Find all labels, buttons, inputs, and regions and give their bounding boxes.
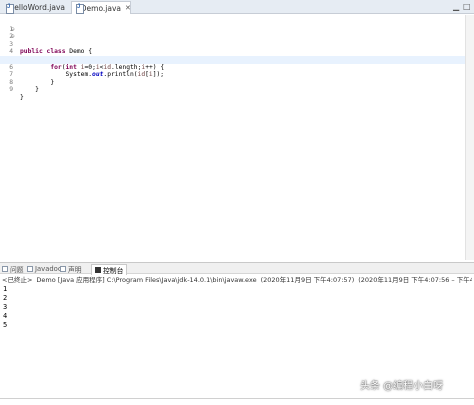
code-line[interactable]: 2 ⊖ public class Demo {: [0, 26, 474, 55]
code-line-current[interactable]: 6 System.out.println(id[i]);: [0, 56, 474, 78]
launch-description: Demo [Java 应用程序] C:\Program Files\Java\j…: [36, 276, 257, 284]
end-time: (2020年11月9日 下午4:07:56 – 下午4:07:57): [358, 276, 472, 284]
line-number: 9: [9, 86, 13, 94]
declaration-icon: [60, 266, 66, 272]
tab-label: 控制台: [103, 267, 124, 275]
fold-collapse-icon[interactable]: ⊖: [11, 26, 17, 33]
editor-vertical-scrollbar[interactable]: [465, 15, 474, 260]
code-line[interactable]: 8 }: [0, 71, 474, 94]
code-line[interactable]: 5 for(int i=0;i<id.length;i++) {: [0, 48, 474, 71]
minimize-icon[interactable]: ▁: [453, 2, 459, 11]
bottom-view-tab-bar: 问题 Javadoc 声明 控制台: [0, 262, 474, 275]
javadoc-icon: [27, 266, 33, 272]
tab-demo-java[interactable]: *Demo.java ✕: [71, 1, 131, 14]
tab-helloword-java[interactable]: HelloWord.java: [2, 1, 68, 14]
console-launch-info: <已终止> Demo [Java 应用程序] C:\Program Files\J…: [2, 276, 472, 285]
problems-icon: [2, 266, 8, 272]
code-text: }: [20, 86, 39, 94]
tab-problems[interactable]: 问题: [2, 264, 24, 274]
tab-label: HelloWord.java: [8, 3, 65, 12]
code-editor[interactable]: 1 2 ⊖ public class Demo { 3 ⊖ public sta…: [0, 15, 474, 260]
tab-javadoc[interactable]: Javadoc: [27, 264, 62, 274]
console-output-line: 2: [3, 294, 8, 302]
code-line[interactable]: 1: [0, 18, 474, 33]
window-bottom-border: [0, 398, 474, 399]
code-text: }: [20, 93, 24, 101]
terminated-status: <已终止>: [2, 276, 33, 284]
tab-label: Javadoc: [35, 265, 62, 273]
console-icon: [95, 267, 101, 273]
code-line[interactable]: 7 }: [0, 64, 474, 86]
maximize-icon[interactable]: □: [463, 2, 471, 11]
tab-label: 声明: [68, 266, 82, 274]
close-icon[interactable]: ✕: [125, 4, 131, 12]
console-output-line: 3: [3, 303, 8, 311]
console-output-line: 5: [3, 321, 8, 329]
tab-console[interactable]: 控制台: [91, 264, 128, 275]
code-line[interactable]: 9 }: [0, 79, 474, 101]
java-file-icon: [5, 3, 13, 14]
watermark: 头条 @编程小白呀: [360, 381, 444, 392]
console-output-line: 1: [3, 285, 8, 293]
code-line[interactable]: 4 int[] id=new int[] {1,2,3,4,5};: [0, 41, 474, 63]
editor-tab-bar: HelloWord.java *Demo.java ✕ ▁ □: [0, 0, 474, 14]
tab-label: 问题: [10, 266, 24, 274]
start-time: (2020年11月9日 下午4:07:57): [260, 276, 355, 284]
console-output-line: 4: [3, 312, 8, 320]
fold-collapse-icon[interactable]: ⊖: [11, 34, 17, 40]
code-line[interactable]: 3 ⊖ public static void main(String args[…: [0, 33, 474, 63]
tab-declaration[interactable]: 声明: [60, 264, 82, 274]
